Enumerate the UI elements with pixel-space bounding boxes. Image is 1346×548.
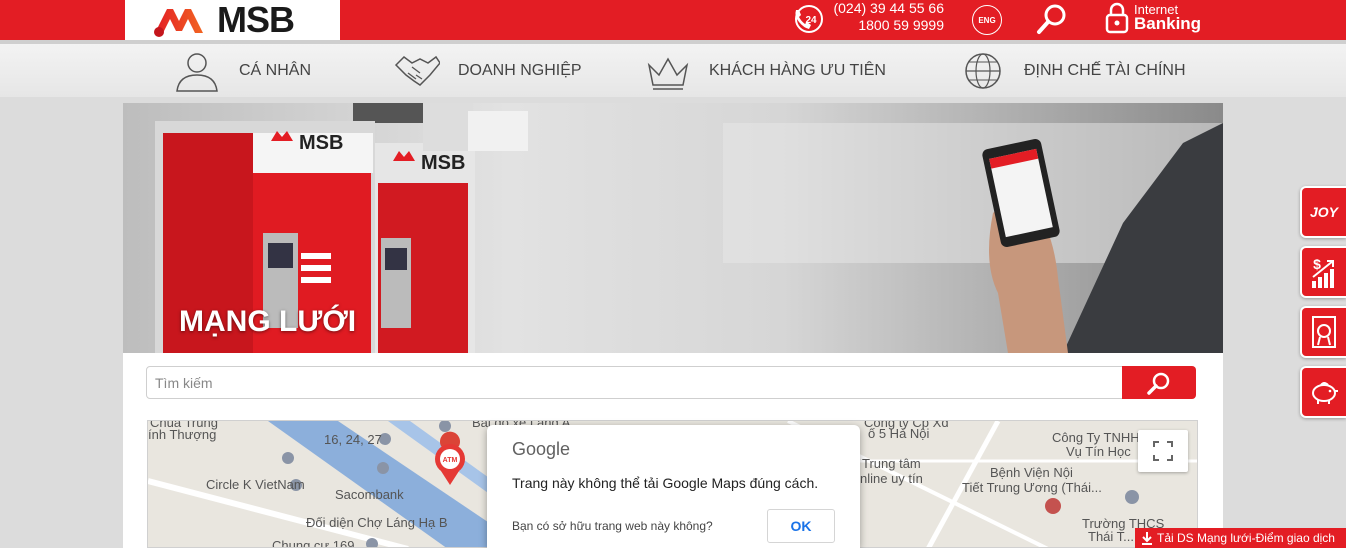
map-label: Công Ty TNHH <box>1052 430 1140 445</box>
map-label: Sacombank <box>335 487 404 502</box>
map-label: Vụ Tín Học <box>1066 444 1131 459</box>
nav-item-ca-nhan[interactable]: CÁ NHÂN <box>173 44 311 97</box>
joy-icon: JOY <box>1310 204 1339 220</box>
map-label: Chung cư 169 <box>272 538 355 548</box>
nav-label: ĐỊNH CHẾ TÀI CHÍNH <box>1024 61 1186 79</box>
nav-label: KHÁCH HÀNG ƯU TIÊN <box>709 61 886 79</box>
owner-question: Bạn có sở hữu trang web này không? <box>512 519 713 533</box>
map-label: Thái T... <box>1088 529 1135 544</box>
language-switch-button[interactable]: ENG <box>972 5 1002 35</box>
svg-text:JOY: JOY <box>1310 204 1339 220</box>
svg-text:MSB: MSB <box>299 132 343 154</box>
internet-banking-link[interactable]: Internet Banking <box>1134 3 1202 33</box>
search-icon[interactable] <box>1036 3 1068 35</box>
hotline-numbers[interactable]: (024) 39 44 55 66 1800 59 9999 <box>828 0 944 34</box>
search-input[interactable] <box>146 366 1123 399</box>
map-label: Circle K VietNam <box>206 477 305 492</box>
nav-item-khach-hang-uu-tien[interactable]: KHÁCH HÀNG ƯU TIÊN <box>645 44 886 97</box>
map-label: Trung tâm <box>862 456 921 471</box>
map-label: 16, 24, 27 <box>324 432 382 447</box>
map-label: Bệnh Viện Nội <box>990 465 1073 480</box>
download-icon <box>1142 532 1152 545</box>
hotline-number-1[interactable]: (024) 39 44 55 66 <box>828 0 944 17</box>
finance-chart-button[interactable]: $ <box>1300 246 1346 298</box>
nav-label: CÁ NHÂN <box>239 61 312 79</box>
internet-banking-line2: Banking <box>1134 14 1202 33</box>
fullscreen-icon <box>1153 441 1173 461</box>
person-icon <box>176 52 218 92</box>
top-bar: MSB 24 (024) 39 44 55 66 1800 59 9999 EN… <box>0 0 1346 40</box>
svg-text:MSB: MSB <box>421 152 465 174</box>
svg-text:24: 24 <box>805 15 817 26</box>
search-icon <box>1147 372 1170 395</box>
hotline-number-2[interactable]: 1800 59 9999 <box>828 17 944 34</box>
map-label: Tiết Trung Ương (Thái... <box>962 480 1102 495</box>
download-label: Tải DS Mạng lưới-Điểm giao dịch <box>1157 531 1335 545</box>
piggy-bank-button[interactable] <box>1300 366 1346 418</box>
certificate-button[interactable] <box>1300 306 1346 358</box>
svg-text:$: $ <box>1313 256 1321 272</box>
search-button[interactable] <box>1122 366 1196 399</box>
map-fullscreen-button[interactable] <box>1138 430 1188 472</box>
hero-banner: MSB MSB MẠNG LƯỚI <box>123 103 1223 353</box>
error-message: Trang này không thể tải Google Maps đúng… <box>512 475 819 491</box>
hotline-phone-icon: 24 <box>795 5 823 33</box>
download-network-list-button[interactable]: Tải DS Mạng lưới-Điểm giao dịch <box>1135 528 1346 548</box>
page-title: MẠNG LƯỚI <box>179 305 357 338</box>
piggy-bank-icon <box>1312 382 1338 404</box>
lock-icon[interactable] <box>1104 1 1130 35</box>
logo-text: MSB <box>217 0 295 40</box>
map-label: ố 5 Hà Nội <box>868 426 930 441</box>
dollar-chart-icon: $ <box>1312 256 1334 288</box>
nav-item-dinh-che-tai-chinh[interactable]: ĐỊNH CHẾ TÀI CHÍNH <box>960 44 1186 97</box>
ok-button[interactable]: OK <box>767 509 835 543</box>
map-label: Đối diện Chợ Láng Hạ B <box>306 515 448 530</box>
msb-logo[interactable]: MSB <box>125 0 340 40</box>
handshake-icon <box>394 55 440 86</box>
main-nav: CÁ NHÂN DOANH NGHIỆP KHÁCH HÀNG ƯU TIÊN … <box>0 40 1346 97</box>
google-maps-error-dialog: Google Trang này không thể tải Google Ma… <box>487 425 860 548</box>
nav-label: DOANH NGHIỆP <box>458 61 582 79</box>
nav-item-doanh-nghiep[interactable]: DOANH NGHIỆP <box>394 44 582 97</box>
msb-logo-mark-icon <box>154 9 203 37</box>
map-label: ính Thượng <box>148 427 217 442</box>
joy-button[interactable]: JOY <box>1300 186 1346 238</box>
google-brand: Google <box>512 439 571 459</box>
crown-icon <box>647 56 689 90</box>
globe-icon <box>965 52 1001 89</box>
map-label: nline uy tín <box>860 471 923 486</box>
svg-text:ATM: ATM <box>443 457 458 464</box>
certificate-icon <box>1312 316 1336 348</box>
